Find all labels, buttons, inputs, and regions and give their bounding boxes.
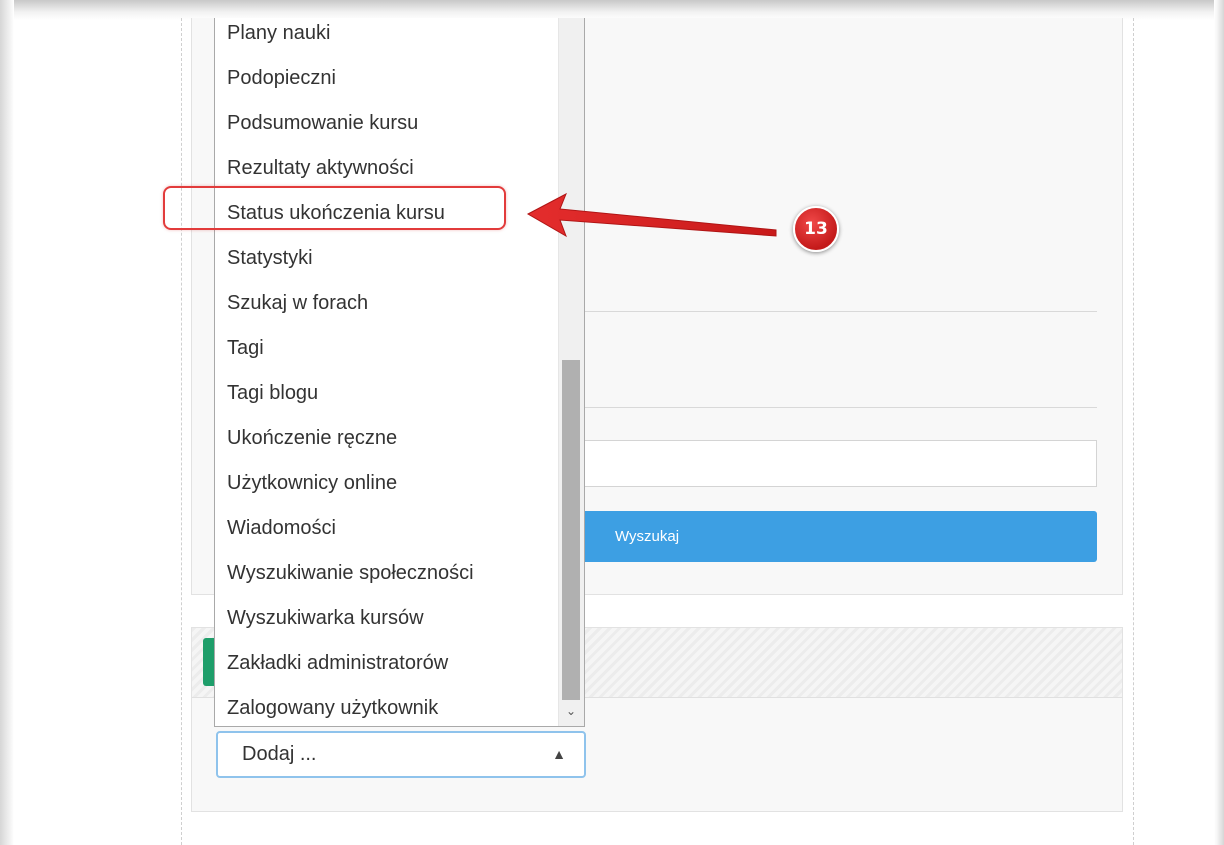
region-border-right [1133, 18, 1134, 845]
scroll-down-arrow-icon[interactable]: ⌄ [563, 703, 579, 719]
search-button[interactable]: Wyszukaj [585, 511, 1097, 562]
dropdown-option[interactable]: Zalogowany użytkownik [215, 686, 558, 726]
dropdown-option[interactable]: Wiadomości [215, 506, 558, 551]
search-input[interactable] [585, 440, 1097, 487]
dropdown-scrollbar[interactable]: ⌄ [558, 18, 584, 726]
add-block-select[interactable]: Dodaj ... ▲︎ [216, 731, 586, 778]
region-border-left [181, 18, 182, 845]
dropdown-options: Plany nauki Podopieczni Podsumowanie kursu… [215, 18, 558, 726]
dropdown-option[interactable]: Plany nauki [215, 18, 558, 56]
screenshot-shadow-top [0, 0, 1224, 20]
dropdown-option[interactable]: Podsumowanie kursu [215, 101, 558, 146]
dropdown-option[interactable]: Wyszukiwanie społeczności [215, 551, 558, 596]
dropdown-option[interactable]: Wyszukiwarka kursów [215, 596, 558, 641]
block-type-dropdown-list[interactable]: Plany nauki Podopieczni Podsumowanie kursu… [214, 18, 585, 727]
add-block-select-value: Dodaj ... [242, 743, 317, 765]
dropdown-option[interactable]: Szukaj w forach [215, 281, 558, 326]
dropdown-option[interactable]: Tagi blogu [215, 371, 558, 416]
dropdown-option[interactable]: Tagi [215, 326, 558, 371]
select-caret-icon: ▲︎ [552, 746, 566, 762]
dropdown-option[interactable]: Ukończenie ręczne [215, 416, 558, 461]
step-number-badge: 13 [793, 206, 839, 252]
dropdown-option[interactable]: Użytkownicy online [215, 461, 558, 506]
screenshot-shadow-left [0, 0, 14, 845]
highlight-box [163, 186, 506, 230]
divider [585, 311, 1097, 312]
screenshot-shadow-right [1214, 0, 1224, 845]
dropdown-option[interactable]: Zakładki administratorów [215, 641, 558, 686]
annotation-arrow-icon [526, 192, 777, 238]
divider [585, 407, 1097, 408]
scrollbar-thumb[interactable] [562, 360, 580, 700]
dropdown-option[interactable]: Podopieczni [215, 56, 558, 101]
